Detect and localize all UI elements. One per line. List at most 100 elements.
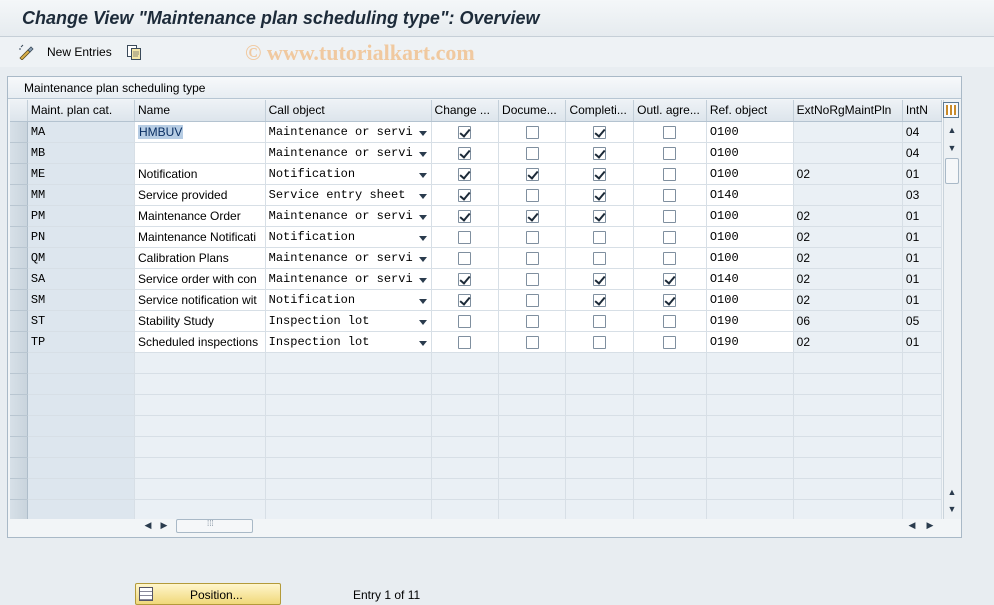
col-header-int-no[interactable]: IntN xyxy=(902,100,942,122)
scroll-down-icon[interactable]: ▼ xyxy=(944,502,960,516)
call-object-dropdown[interactable]: Maintenance or servi xyxy=(269,146,428,160)
completion-checkbox[interactable] xyxy=(593,314,607,328)
change-checkbox[interactable] xyxy=(458,272,472,286)
document-checkbox[interactable] xyxy=(525,335,539,349)
row-selector[interactable] xyxy=(10,499,28,519)
completion-checkbox[interactable] xyxy=(593,209,607,223)
completion-checkbox[interactable] xyxy=(593,146,607,160)
row-selector[interactable] xyxy=(10,415,28,437)
row-selector[interactable] xyxy=(10,373,28,395)
outline-agreement-checkbox[interactable] xyxy=(663,146,677,160)
completion-checkbox[interactable] xyxy=(593,167,607,181)
scroll-left-icon[interactable]: ◀ xyxy=(140,518,156,532)
row-selector[interactable] xyxy=(10,394,28,416)
chevron-down-icon[interactable] xyxy=(418,277,427,283)
cell-name[interactable]: Calibration Plans xyxy=(134,247,266,269)
row-selector[interactable] xyxy=(10,289,28,311)
edit-glasses-icon[interactable] xyxy=(18,44,34,60)
outline-agreement-checkbox[interactable] xyxy=(663,251,677,265)
document-checkbox[interactable] xyxy=(525,272,539,286)
outline-agreement-checkbox[interactable] xyxy=(663,125,677,139)
cell-call-object[interactable]: Maintenance or servi xyxy=(265,121,432,143)
completion-checkbox[interactable] xyxy=(593,272,607,286)
call-object-dropdown[interactable]: Maintenance or servi xyxy=(269,272,428,286)
row-selector[interactable] xyxy=(10,268,28,290)
table-settings-icon[interactable] xyxy=(943,102,959,118)
cell-ref-object[interactable]: O100 xyxy=(706,163,794,185)
outline-agreement-checkbox[interactable] xyxy=(663,188,677,202)
row-selector[interactable] xyxy=(10,352,28,374)
completion-checkbox[interactable] xyxy=(593,230,607,244)
document-checkbox[interactable] xyxy=(525,146,539,160)
row-selector[interactable] xyxy=(10,205,28,227)
col-header-ext-no-rg[interactable]: ExtNoRgMaintPln xyxy=(793,100,903,122)
change-checkbox[interactable] xyxy=(458,230,472,244)
document-checkbox[interactable] xyxy=(525,230,539,244)
position-button[interactable]: Position... xyxy=(135,583,281,605)
document-checkbox[interactable] xyxy=(525,251,539,265)
change-checkbox[interactable] xyxy=(458,188,472,202)
change-checkbox[interactable] xyxy=(458,314,472,328)
row-selector[interactable] xyxy=(10,457,28,479)
cell-call-object[interactable]: Notification xyxy=(265,289,432,311)
cell-ref-object[interactable]: O100 xyxy=(706,289,794,311)
new-entries-button[interactable]: New Entries xyxy=(47,45,112,59)
cell-ref-object[interactable]: O190 xyxy=(706,310,794,332)
cell-call-object[interactable]: Inspection lot xyxy=(265,310,432,332)
chevron-down-icon[interactable] xyxy=(418,256,427,262)
chevron-down-icon[interactable] xyxy=(418,130,427,136)
row-selector[interactable] xyxy=(10,331,28,353)
call-object-dropdown[interactable]: Maintenance or servi xyxy=(269,209,428,223)
chevron-down-icon[interactable] xyxy=(418,319,427,325)
row-selector[interactable] xyxy=(10,184,28,206)
row-selector[interactable] xyxy=(10,247,28,269)
scroll-right-icon[interactable]: ▶ xyxy=(156,518,172,532)
cell-call-object[interactable]: Notification xyxy=(265,226,432,248)
cell-call-object[interactable]: Maintenance or servi xyxy=(265,247,432,269)
chevron-down-icon[interactable] xyxy=(418,172,427,178)
outline-agreement-checkbox[interactable] xyxy=(663,230,677,244)
completion-checkbox[interactable] xyxy=(593,251,607,265)
outline-agreement-checkbox[interactable] xyxy=(663,335,677,349)
scroll-end-left-icon[interactable]: ◀ xyxy=(904,518,920,532)
cell-name[interactable]: Scheduled inspections xyxy=(134,331,266,353)
col-header-completion[interactable]: Completi... xyxy=(565,100,635,122)
row-selector[interactable] xyxy=(10,121,28,143)
cell-call-object[interactable]: Service entry sheet xyxy=(265,184,432,206)
change-checkbox[interactable] xyxy=(458,251,472,265)
col-header-call-object[interactable]: Call object xyxy=(265,100,432,122)
call-object-dropdown[interactable]: Maintenance or servi xyxy=(269,251,428,265)
document-checkbox[interactable] xyxy=(525,314,539,328)
chevron-down-icon[interactable] xyxy=(418,235,427,241)
cell-name[interactable]: Service provided xyxy=(134,184,266,206)
document-checkbox[interactable] xyxy=(525,188,539,202)
document-checkbox[interactable] xyxy=(525,167,539,181)
cell-name[interactable]: Service notification wit xyxy=(134,289,266,311)
cell-name[interactable]: Stability Study xyxy=(134,310,266,332)
row-selector[interactable] xyxy=(10,226,28,248)
horizontal-scroll-thumb[interactable] xyxy=(176,519,253,533)
col-header-ref-object[interactable]: Ref. object xyxy=(706,100,794,122)
horizontal-scrollbar[interactable]: ◀ ▶ ◀ ▶ xyxy=(140,517,940,533)
outline-agreement-checkbox[interactable] xyxy=(663,209,677,223)
completion-checkbox[interactable] xyxy=(593,335,607,349)
document-checkbox[interactable] xyxy=(525,125,539,139)
completion-checkbox[interactable] xyxy=(593,293,607,307)
call-object-dropdown[interactable]: Maintenance or servi xyxy=(269,125,428,139)
call-object-dropdown[interactable]: Service entry sheet xyxy=(269,188,428,202)
cell-call-object[interactable]: Inspection lot xyxy=(265,331,432,353)
cell-name[interactable] xyxy=(134,142,266,164)
scroll-up-icon[interactable]: ▲ xyxy=(944,123,960,137)
completion-checkbox[interactable] xyxy=(593,188,607,202)
cell-ref-object[interactable]: O190 xyxy=(706,331,794,353)
change-checkbox[interactable] xyxy=(458,125,472,139)
call-object-dropdown[interactable]: Notification xyxy=(269,293,428,307)
call-object-dropdown[interactable]: Inspection lot xyxy=(269,314,428,328)
change-checkbox[interactable] xyxy=(458,209,472,223)
outline-agreement-checkbox[interactable] xyxy=(663,167,677,181)
col-header-change[interactable]: Change ... xyxy=(431,100,500,122)
cell-ref-object[interactable]: O140 xyxy=(706,268,794,290)
cell-call-object[interactable]: Maintenance or servi xyxy=(265,268,432,290)
cell-name[interactable]: Service order with con xyxy=(134,268,266,290)
col-header-name[interactable]: Name xyxy=(134,100,266,122)
